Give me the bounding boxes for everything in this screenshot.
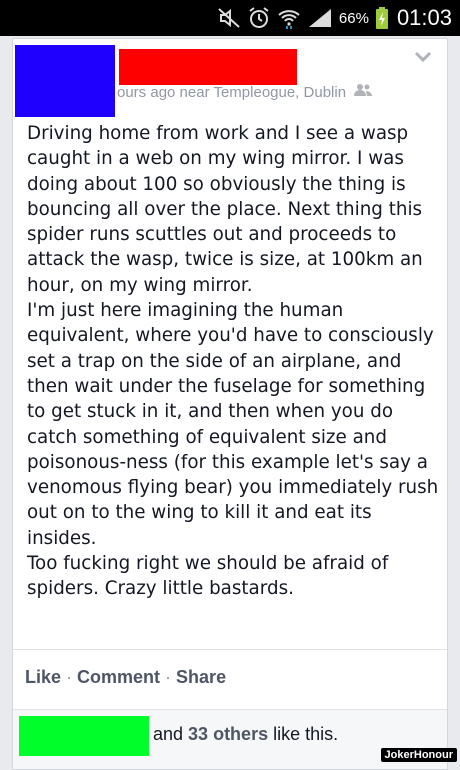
watermark: JokerHonour — [380, 748, 457, 762]
post-meta: ours ago near Templeogue, Dublin — [117, 83, 373, 101]
post-paragraph: Too fucking right we should be afraid of… — [27, 553, 389, 600]
post-card: ours ago near Templeogue, Dublin Driving… — [12, 38, 448, 770]
likes-text: and 33 others like this. — [153, 724, 338, 745]
post-paragraph: I'm just here imagining the human equiva… — [27, 300, 439, 549]
like-button[interactable]: Like — [25, 667, 61, 688]
signal-icon — [307, 7, 333, 29]
avatar-redacted[interactable] — [15, 45, 115, 117]
others-link[interactable]: 33 others — [188, 724, 268, 744]
post-text: Driving home from work and I see a wasp … — [27, 121, 443, 602]
comment-button[interactable]: Comment — [77, 667, 160, 688]
battery-percent: 66% — [338, 9, 369, 27]
status-icons: 66% 01:03 — [217, 0, 452, 36]
post-actions: Like · Comment · Share — [25, 667, 226, 688]
post-paragraph: Driving home from work and I see a wasp … — [27, 123, 423, 296]
divider — [13, 649, 447, 650]
separator: · — [165, 667, 172, 687]
liker-name-redacted[interactable] — [19, 716, 149, 756]
alarm-icon — [247, 6, 271, 30]
mute-icon — [217, 7, 241, 29]
likes-text-before: and — [153, 724, 189, 744]
clock: 01:03 — [396, 5, 452, 30]
author-name-redacted[interactable] — [119, 49, 297, 85]
chevron-down-icon[interactable] — [413, 49, 433, 68]
wifi-icon — [277, 6, 301, 30]
battery-charging-icon — [375, 6, 389, 30]
post-meta-text: ours ago near Templeogue, Dublin — [117, 83, 347, 101]
friends-icon — [354, 83, 373, 101]
separator: · — [66, 667, 73, 687]
share-button[interactable]: Share — [176, 667, 226, 688]
status-bar: 66% 01:03 — [0, 0, 460, 36]
likes-text-after: like this. — [268, 724, 339, 744]
